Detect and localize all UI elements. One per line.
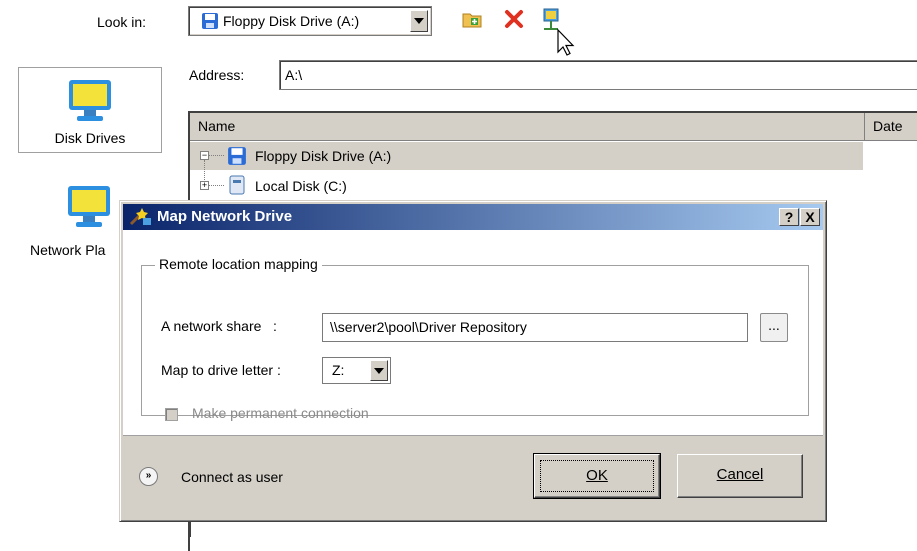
- permanent-connection-label: Make permanent connection: [192, 405, 369, 421]
- address-field[interactable]: [279, 60, 917, 90]
- network-share-input[interactable]: [330, 319, 740, 335]
- network-share-label: A network share :: [161, 318, 277, 334]
- ok-button[interactable]: OK: [533, 453, 661, 499]
- drive-letter-dropdown[interactable]: Z:: [322, 357, 391, 384]
- sidebar-item-label: Disk Drives: [54, 130, 126, 146]
- look-in-dropdown[interactable]: Floppy Disk Drive (A:): [188, 6, 432, 36]
- computer-icon: [65, 78, 115, 127]
- sidebar-item-disk-drives[interactable]: Disk Drives: [18, 67, 162, 153]
- tree-label: Floppy Disk Drive (A:): [255, 148, 392, 164]
- tree-label: Local Disk (C:): [255, 178, 347, 194]
- network-wizard-icon: [129, 206, 153, 232]
- floppy-icon: [227, 146, 247, 169]
- address-input[interactable]: [285, 67, 885, 83]
- collapse-icon[interactable]: −: [200, 151, 209, 160]
- look-in-value: Floppy Disk Drive (A:): [223, 13, 360, 29]
- drive-letter-label: Map to drive letter :: [161, 362, 281, 378]
- map-network-drive-icon[interactable]: [542, 8, 575, 56]
- group-title: Remote location mapping: [155, 256, 322, 272]
- column-header-date[interactable]: Date: [865, 113, 917, 141]
- drive-letter-value: Z:: [332, 362, 345, 378]
- cancel-button[interactable]: Cancel: [677, 454, 803, 498]
- address-label: Address:: [189, 67, 245, 83]
- floppy-icon: [201, 12, 219, 33]
- dialog-content-pane: Remote location mapping A network share …: [123, 230, 823, 436]
- ok-button-label: OK: [540, 460, 654, 492]
- chevron-down-icon[interactable]: [410, 10, 428, 32]
- network-share-field[interactable]: [322, 313, 748, 342]
- hard-disk-icon: [229, 175, 245, 198]
- expand-icon[interactable]: +: [200, 181, 209, 190]
- look-in-label: Look in:: [97, 14, 147, 30]
- dialog-titlebar[interactable]: Map Network Drive ? X: [123, 204, 823, 230]
- new-folder-icon[interactable]: [461, 8, 483, 30]
- column-header-name[interactable]: Name: [190, 113, 865, 141]
- delete-icon[interactable]: [503, 8, 525, 30]
- browse-button[interactable]: ...: [760, 313, 788, 342]
- sidebar-item-label: Network Pla: [30, 242, 106, 258]
- chevron-down-icon[interactable]: [370, 360, 388, 381]
- connect-as-user-label[interactable]: Connect as user: [181, 469, 283, 485]
- help-button[interactable]: ?: [779, 208, 799, 226]
- permanent-connection-checkbox[interactable]: [165, 408, 178, 421]
- map-network-drive-dialog: Map Network Drive ? X Remote location ma…: [119, 200, 827, 522]
- close-button[interactable]: X: [800, 208, 820, 226]
- expand-chevron-icon[interactable]: »: [139, 467, 158, 486]
- network-computer-icon: [64, 184, 114, 233]
- dialog-title: Map Network Drive: [157, 208, 293, 225]
- cancel-button-label: Cancel: [716, 466, 764, 483]
